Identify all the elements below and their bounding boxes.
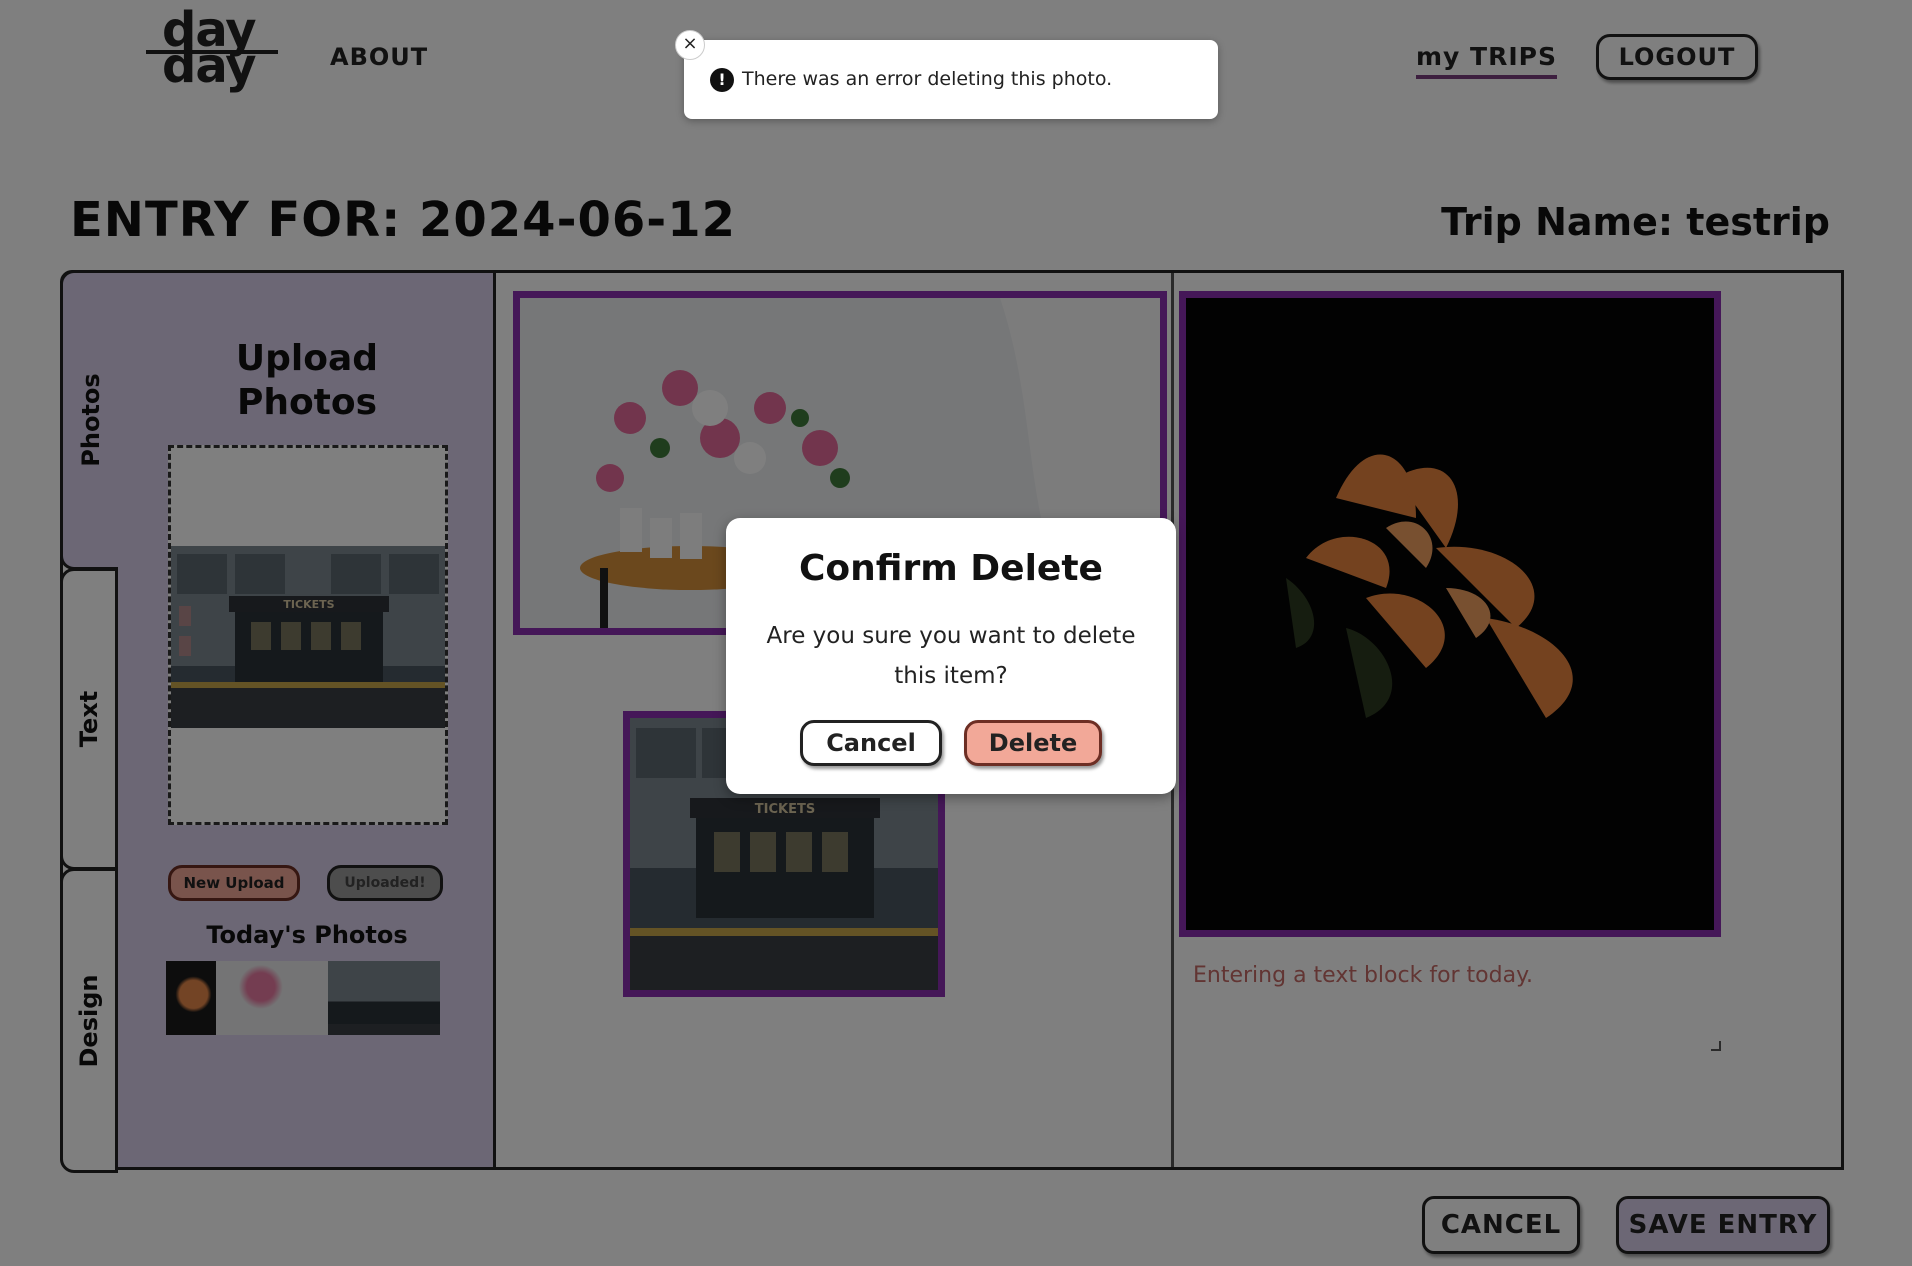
- dialog-title: Confirm Delete: [799, 548, 1103, 589]
- dialog-message: Are you sure you want to delete this ite…: [766, 623, 1136, 689]
- toast-message: There was an error deleting this photo.: [742, 68, 1113, 90]
- confirm-delete-dialog: Confirm Delete Are you sure you want to …: [726, 518, 1176, 794]
- error-icon: !: [710, 68, 734, 92]
- dialog-cancel-button[interactable]: Cancel: [800, 720, 942, 766]
- dialog-delete-button[interactable]: Delete: [964, 720, 1102, 766]
- error-toast: × ! There was an error deleting this pho…: [675, 30, 1218, 119]
- close-icon[interactable]: ×: [675, 30, 705, 60]
